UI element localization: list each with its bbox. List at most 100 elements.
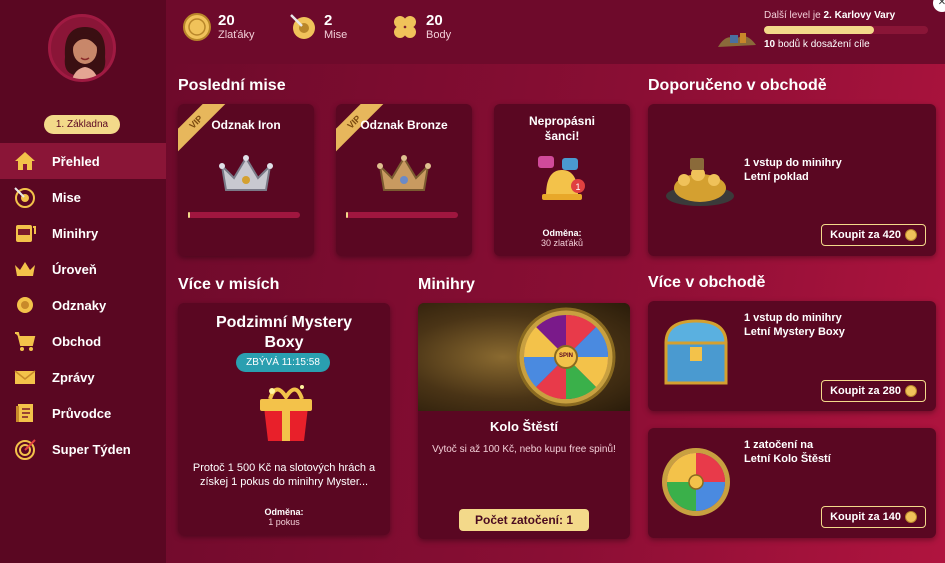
- minigame-card-kolo-stesti[interactable]: SPIN Kolo Štěstí Vytoč si až 100 Kč, neb…: [418, 303, 630, 539]
- coin-icon: [905, 385, 917, 397]
- mission-card-chance[interactable]: Nepropásni šanci! 1 Odměna: 30 zlaťáků: [494, 104, 630, 256]
- sidebar-item-zpravy[interactable]: Zprávy: [0, 359, 166, 395]
- wheel-center-label: SPIN: [558, 353, 573, 359]
- buy-button-label: Koupit za 420: [830, 229, 901, 241]
- sidebar-item-label: Přehled: [52, 153, 100, 169]
- sidebar-item-pruvodce[interactable]: Průvodce: [0, 395, 166, 431]
- sidebar-item-label: Průvodce: [52, 405, 112, 421]
- stat-value: 2: [324, 11, 333, 29]
- sidebar-nav: Přehled Mise Minihry Úroveň Odznaky Obch…: [0, 143, 166, 467]
- section-title-more-missions: Více v misích: [178, 276, 280, 293]
- sidebar-item-label: Odznaky: [52, 297, 107, 313]
- mission-progress-bar: [188, 212, 300, 218]
- mission-description: Protoč 1 500 Kč na slotových hrách a zís…: [192, 462, 376, 488]
- avatar-portrait: [64, 27, 106, 79]
- stat-body: 20 Body: [390, 12, 451, 42]
- mission-progress-fill: [188, 212, 191, 218]
- sidebar-item-label: Minihry: [52, 225, 99, 241]
- treasure-pile-icon: [662, 150, 738, 215]
- wheel-icon: [660, 446, 732, 523]
- mission-title: Podzimní Mystery Boxy: [215, 314, 353, 351]
- crown-bronze-icon: [376, 152, 432, 201]
- stat-mise: 2 Mise: [288, 12, 347, 42]
- sidebar-item-label: Mise: [52, 189, 81, 205]
- level-points-text: 10 bodů k dosažení cíle: [764, 39, 870, 50]
- shop-card-text: 1 zatočení na Letní Kolo Štěstí: [744, 438, 831, 466]
- sidebar-item-label: Super Týden: [52, 441, 131, 457]
- mission-card-iron[interactable]: VIP Odznak Iron: [178, 104, 314, 256]
- shop-card-line2: Letní poklad: [744, 171, 809, 183]
- level-points-value: 10: [764, 39, 776, 50]
- next-level-panel: Další level je 2. Karlovy Vary 10 bodů k…: [716, 7, 936, 55]
- shop-card-text: 1 vstup do minihry Letní poklad: [744, 156, 842, 184]
- reward-value: 30 zlaťáků: [541, 238, 583, 248]
- envelope-icon: [12, 365, 38, 389]
- shop-card-letni-poklad[interactable]: 1 vstup do minihry Letní poklad Koupit z…: [648, 104, 936, 256]
- avatar[interactable]: [48, 14, 116, 82]
- mission-reward: Odměna: 1 pokus: [178, 507, 390, 527]
- buy-button[interactable]: Koupit za 420: [821, 224, 926, 246]
- target-icon: [12, 437, 38, 461]
- shop-card-line2: Letní Kolo Štěstí: [744, 453, 831, 465]
- mission-title: Nepropásni šanci!: [528, 114, 595, 143]
- mission-title: Odznak Bronze: [360, 118, 448, 132]
- cart-icon: [12, 329, 38, 353]
- main-content: Poslední mise Doporučeno v obchodě VIP O…: [166, 64, 945, 563]
- stat-value: 20: [218, 11, 235, 29]
- svg-text:1: 1: [575, 182, 580, 192]
- buy-button-label: Koupit za 280: [830, 385, 901, 397]
- sidebar-item-label: Obchod: [52, 333, 102, 349]
- stat-value: 20: [426, 11, 443, 29]
- minigame-title: Kolo Štěstí: [490, 419, 558, 434]
- sidebar-item-obchod[interactable]: Obchod: [0, 323, 166, 359]
- section-title-recent-missions: Poslední mise: [178, 77, 286, 94]
- sidebar-item-label: Zprávy: [52, 369, 95, 385]
- sidebar-item-prehled[interactable]: Přehled: [0, 143, 166, 179]
- coin-icon: [905, 229, 917, 241]
- coin-icon: [182, 12, 212, 42]
- bell-notification-icon: 1: [534, 154, 590, 211]
- sidebar-item-uroven[interactable]: Úroveň: [0, 251, 166, 287]
- target-arrow-icon: [288, 12, 318, 42]
- home-icon: [12, 149, 38, 173]
- level-badge: 1. Základna: [44, 115, 120, 134]
- sidebar: 1. Základna Přehled Mise Minihry Úroveň: [0, 0, 166, 563]
- coin-icon: [905, 511, 917, 523]
- shop-card-kolo-stesti[interactable]: 1 zatočení na Letní Kolo Štěstí Koupit z…: [648, 428, 936, 538]
- shop-card-line1: 1 zatočení na: [744, 439, 814, 451]
- timer-badge: ZBÝVÁ 11:15:58: [236, 353, 330, 372]
- stat-zlataky: 20 Zlaťáky: [182, 12, 255, 42]
- sidebar-item-odznaky[interactable]: Odznaky: [0, 287, 166, 323]
- sidebar-item-label: Úroveň: [52, 261, 97, 277]
- mission-progress-bar: [346, 212, 458, 218]
- next-level-text: Další level je 2. Karlovy Vary: [764, 10, 895, 21]
- stat-label: Body: [426, 28, 452, 41]
- level-progress-fill: [764, 26, 874, 34]
- treasure-chest-icon: [660, 317, 732, 396]
- section-title-recommended: Doporučeno v obchodě: [648, 77, 827, 94]
- clover-icon: [390, 12, 420, 42]
- sidebar-item-mise[interactable]: Mise: [0, 179, 166, 215]
- crown-icon: [12, 257, 38, 281]
- minigame-description: Vytoč si až 100 Kč, nebo kupu free spinů…: [432, 444, 616, 455]
- buy-button[interactable]: Koupit za 280: [821, 380, 926, 402]
- reward-label: Odměna:: [264, 507, 304, 517]
- sidebar-item-super-tyden[interactable]: Super Týden: [0, 431, 166, 467]
- buy-button[interactable]: Koupit za 140: [821, 506, 926, 528]
- mission-card-bronze[interactable]: VIP Odznak Bronze: [336, 104, 472, 256]
- reward-value: 1 pokus: [268, 517, 300, 527]
- mission-card-mystery-boxy[interactable]: Podzimní Mystery Boxy ZBÝVÁ 11:15:58 Pro…: [178, 303, 390, 535]
- section-title-more-shop: Více v obchodě: [648, 274, 766, 291]
- section-title-minigames: Minihry: [418, 276, 475, 293]
- stat-label: Mise: [324, 28, 348, 41]
- shop-card-mystery-boxy[interactable]: 1 vstup do minihry Letní Mystery Boxy Ko…: [648, 301, 936, 411]
- reward-label: Odměna:: [542, 228, 582, 238]
- sidebar-item-minihry[interactable]: Minihry: [0, 215, 166, 251]
- wheel-of-fortune-image: SPIN: [418, 303, 630, 411]
- shop-card-text: 1 vstup do minihry Letní Mystery Boxy: [744, 311, 845, 339]
- topbar: 20 Zlaťáky 2 Mise 20 Body Další level je…: [166, 0, 945, 64]
- mystery-box-icon: [250, 377, 322, 454]
- spin-count-button[interactable]: Počet zatočení: 1: [459, 509, 589, 531]
- level-progress-bar: [764, 26, 928, 34]
- slot-machine-icon: [12, 221, 38, 245]
